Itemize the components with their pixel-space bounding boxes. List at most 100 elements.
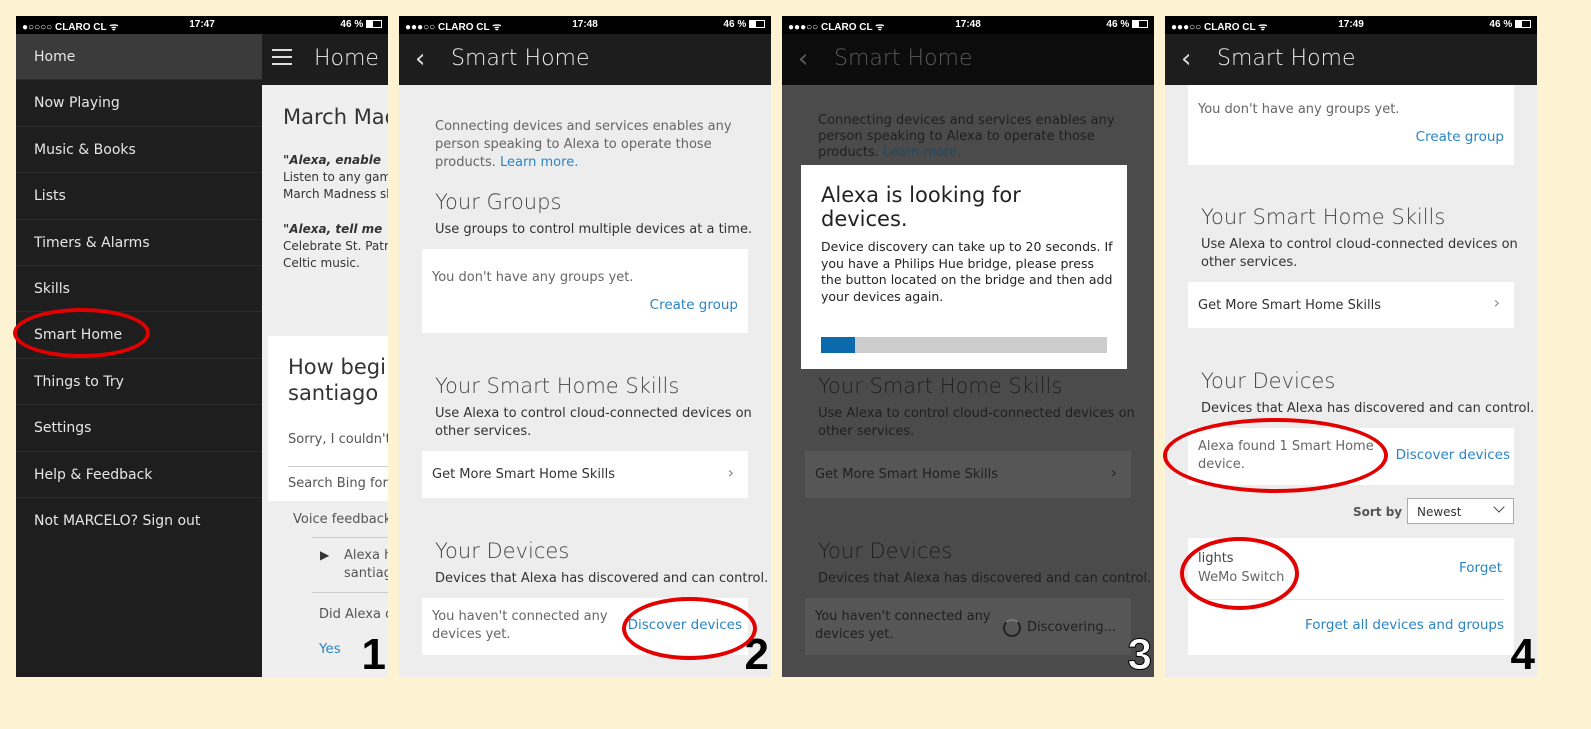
create-group-link[interactable]: Create group bbox=[1416, 129, 1504, 145]
chevron-right-icon: › bbox=[727, 463, 734, 482]
search-bing-link[interactable]: Search Bing for bbox=[288, 476, 388, 491]
feed-card-title: How begi santiago bbox=[288, 355, 386, 405]
feed-card: How begi santiago Sorry, I couldn't Sear… bbox=[268, 336, 388, 501]
panel-3: ●●●○○ CLARO CL ᯤ 17:48 46 % ‹ Smart Home… bbox=[782, 16, 1154, 677]
battery-icon bbox=[1132, 20, 1148, 28]
highlight-ellipse bbox=[622, 597, 757, 660]
learn-more-link[interactable]: Learn more. bbox=[500, 155, 578, 170]
panel-2: ●●●○○ CLARO CL ᯤ 17:48 46 % ‹ Smart Home… bbox=[399, 16, 771, 677]
drawer-item-music-books[interactable]: Music & Books bbox=[16, 127, 262, 174]
get-skills-row[interactable]: Get More Smart Home Skills › bbox=[422, 451, 748, 498]
feed-text: Celebrate St. Patri Celtic music. bbox=[283, 239, 388, 270]
clock: 17:48 bbox=[955, 19, 981, 30]
feed-quote: "Alexa, tell me bbox=[283, 222, 383, 236]
forget-device-link[interactable]: Forget bbox=[1459, 560, 1502, 576]
dialog-title: Alexa is looking for devices. bbox=[821, 183, 1021, 231]
battery: 46 % bbox=[1489, 19, 1531, 30]
sort-select[interactable]: Newest bbox=[1407, 498, 1514, 524]
drawer-item-timers-alarms[interactable]: Timers & Alarms bbox=[16, 220, 262, 266]
skills-heading: Your Smart Home Skills bbox=[818, 374, 1063, 398]
drawer-item-settings[interactable]: Settings bbox=[16, 405, 262, 452]
heard-text: Alexa h santiag bbox=[344, 548, 388, 581]
sort-by-label: Sort by bbox=[1353, 505, 1403, 519]
groups-card: You don't have any groups yet. Create gr… bbox=[1188, 85, 1514, 165]
highlight-ellipse bbox=[1163, 418, 1388, 493]
step-number: 1 bbox=[361, 630, 386, 677]
devices-subtitle: Devices that Alexa has discovered and ca… bbox=[435, 571, 769, 586]
devices-heading: Your Devices bbox=[435, 539, 570, 563]
step-number: 4 bbox=[1510, 630, 1535, 677]
devices-subtitle: Devices that Alexa has discovered and ca… bbox=[818, 571, 1152, 586]
page-title: Smart Home bbox=[1217, 46, 1356, 71]
get-skills-row[interactable]: Get More Smart Home Skills › bbox=[1188, 282, 1514, 328]
back-chevron-icon[interactable]: ‹ bbox=[798, 44, 808, 74]
battery: 46 % bbox=[1106, 19, 1148, 30]
drawer-item-sign-out[interactable]: Not MARCELO? Sign out bbox=[16, 498, 262, 544]
voice-feedback-label: Voice feedback bbox=[293, 512, 388, 527]
page-title: Smart Home bbox=[451, 46, 590, 71]
progress-fill bbox=[821, 337, 856, 353]
get-skills-label: Get More Smart Home Skills bbox=[815, 467, 999, 482]
devices-heading: Your Devices bbox=[1201, 369, 1336, 393]
header: ‹ Smart Home bbox=[782, 34, 1154, 85]
create-group-link[interactable]: Create group bbox=[650, 297, 738, 313]
hamburger-menu-icon[interactable] bbox=[272, 49, 292, 65]
header: Home bbox=[262, 34, 388, 85]
forget-all-link[interactable]: Forget all devices and groups bbox=[1305, 617, 1504, 633]
sort-value: Newest bbox=[1417, 505, 1462, 519]
header: ‹ Smart Home bbox=[399, 34, 771, 85]
discovery-progress-bar bbox=[821, 337, 1107, 353]
clock: 17:47 bbox=[189, 19, 215, 30]
chevron-right-icon: › bbox=[1110, 463, 1117, 482]
battery-icon bbox=[1515, 20, 1531, 28]
intro-text: Connecting devices and services enables … bbox=[818, 113, 1115, 160]
groups-heading: Your Groups bbox=[435, 190, 562, 214]
drawer-item-home[interactable]: Home bbox=[16, 34, 262, 81]
yes-button[interactable]: Yes bbox=[319, 641, 341, 657]
back-chevron-icon[interactable]: ‹ bbox=[1181, 44, 1191, 74]
status-bar: ●●●○○ CLARO CL ᯤ 17:48 46 % bbox=[399, 16, 771, 34]
highlight-ellipse bbox=[13, 308, 150, 358]
status-bar: ●●●○○ CLARO CL ᯤ 17:48 46 % bbox=[782, 16, 1154, 34]
skills-subtitle: Use Alexa to control cloud-connected dev… bbox=[435, 406, 752, 439]
no-groups-text: You don't have any groups yet. bbox=[1198, 102, 1400, 117]
drawer-item-now-playing[interactable]: Now Playing bbox=[16, 80, 262, 127]
play-icon[interactable]: ▶ bbox=[320, 548, 329, 562]
status-bar: ●○○○○ CLARO CL ᯤ 17:47 46 % bbox=[16, 16, 388, 34]
discover-devices-link[interactable]: Discover devices bbox=[1396, 447, 1510, 463]
back-chevron-icon[interactable]: ‹ bbox=[415, 44, 425, 74]
battery: 46 % bbox=[340, 19, 382, 30]
no-devices-text: You haven't connected any devices yet. bbox=[815, 609, 991, 642]
intro-text: Connecting devices and services enables … bbox=[435, 119, 732, 170]
drawer-item-help-feedback[interactable]: Help & Feedback bbox=[16, 452, 262, 498]
did-alexa-question: Did Alexa d bbox=[319, 607, 388, 622]
get-skills-row[interactable]: Get More Smart Home Skills › bbox=[805, 451, 1131, 498]
page-title: Smart Home bbox=[834, 46, 973, 71]
drawer-item-skills[interactable]: Skills bbox=[16, 266, 262, 313]
chevron-right-icon: › bbox=[1493, 293, 1500, 312]
chevron-down-icon bbox=[1493, 501, 1505, 513]
no-devices-text: You haven't connected any devices yet. bbox=[432, 609, 608, 642]
drawer-item-things-to-try[interactable]: Things to Try bbox=[16, 359, 262, 406]
skills-subtitle: Use Alexa to control cloud-connected dev… bbox=[1201, 237, 1518, 270]
battery-icon bbox=[366, 20, 382, 28]
learn-more-link[interactable]: Learn more. bbox=[883, 145, 961, 160]
clock: 17:48 bbox=[572, 19, 598, 30]
skills-heading: Your Smart Home Skills bbox=[435, 374, 680, 398]
header: ‹ Smart Home bbox=[1165, 34, 1537, 85]
spinner-icon bbox=[1003, 619, 1021, 637]
page-title: Home bbox=[314, 46, 379, 71]
feed-quote: "Alexa, enable bbox=[283, 153, 381, 167]
skills-heading: Your Smart Home Skills bbox=[1201, 205, 1446, 229]
discovering-text: Discovering... bbox=[1027, 620, 1117, 635]
battery-icon bbox=[749, 20, 765, 28]
dialog-body: Device discovery can take up to 20 secon… bbox=[821, 239, 1113, 304]
battery: 46 % bbox=[723, 19, 765, 30]
devices-heading: Your Devices bbox=[818, 539, 953, 563]
get-skills-label: Get More Smart Home Skills bbox=[432, 467, 616, 482]
groups-card: You don't have any groups yet. Create gr… bbox=[422, 249, 748, 333]
highlight-ellipse bbox=[1180, 537, 1299, 610]
home-feed: March Mad "Alexa, enable Listen to any g… bbox=[262, 85, 388, 677]
drawer-item-lists[interactable]: Lists bbox=[16, 173, 262, 220]
clock: 17:49 bbox=[1338, 19, 1364, 30]
